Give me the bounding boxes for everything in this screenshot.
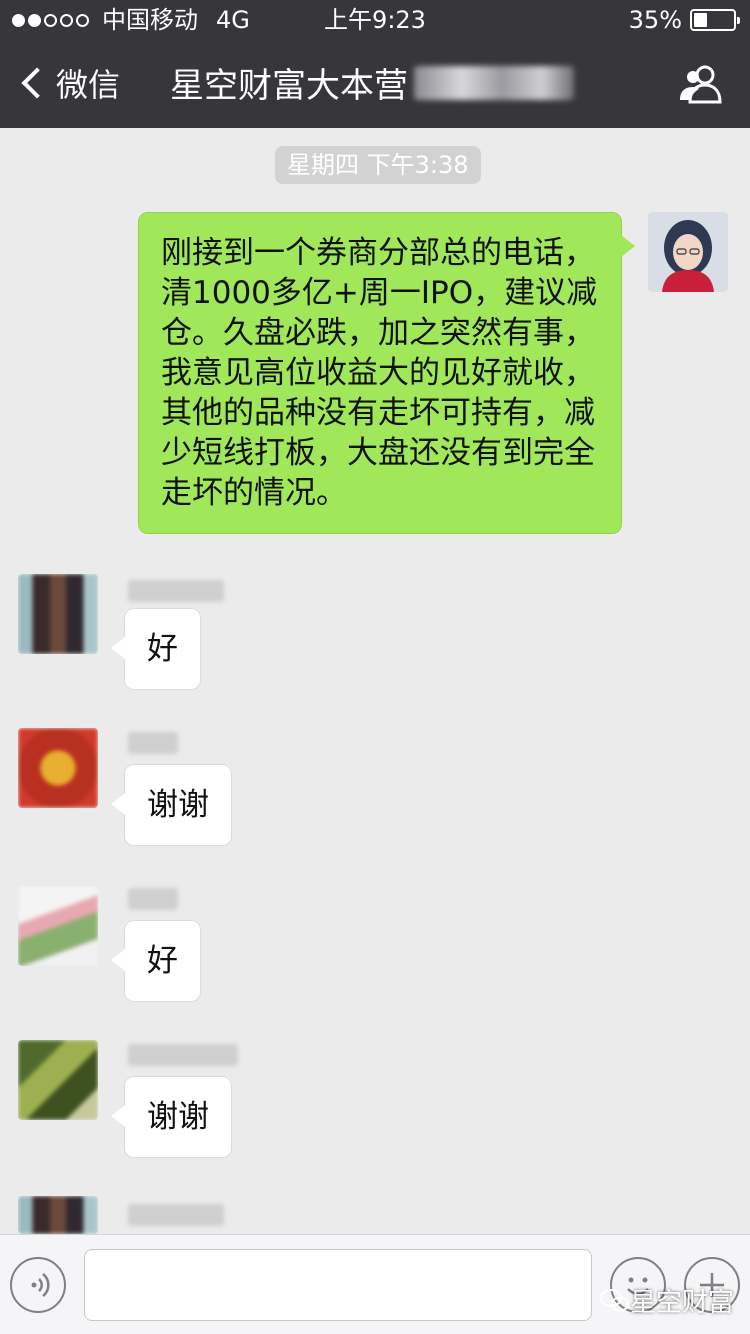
chat-timestamp: 星期四 下午3:38 (275, 146, 481, 184)
chat-title: 星空财富大本营 (170, 58, 574, 107)
message-input[interactable] (84, 1249, 592, 1321)
voice-wave-icon (31, 1273, 50, 1297)
blurred-sender-name (128, 580, 224, 602)
group-people-icon (680, 65, 722, 104)
blurred-avatar-image (18, 728, 98, 808)
member-avatar[interactable] (18, 1196, 98, 1234)
message-bubble-incoming[interactable]: 谢谢 (111, 764, 232, 846)
watermark: 星空财富 (600, 1282, 734, 1319)
member-avatar[interactable] (18, 728, 98, 808)
blurred-avatar-image (18, 574, 98, 654)
message-bubble-incoming[interactable]: 好 (111, 608, 201, 690)
message-text: 好 (147, 943, 178, 979)
group-info-button[interactable] (678, 64, 724, 104)
status-bar: 中国移动 4G 上午9:23 35% (0, 0, 750, 40)
avatar-portrait-icon (648, 212, 728, 292)
blurred-avatar-image (18, 886, 98, 966)
battery-percent: 35% (628, 6, 682, 34)
blurred-avatar-image (18, 1196, 98, 1234)
message-text: 谢谢 (147, 1099, 209, 1135)
battery-fill (694, 13, 707, 27)
blurred-sender-name (128, 1204, 224, 1226)
message-text: 好 (147, 631, 178, 667)
member-avatar[interactable] (18, 1040, 98, 1120)
blurred-avatar-image (18, 1040, 98, 1120)
message-bubble-outgoing[interactable]: 刚接到一个券商分部总的电话，清1000多亿+周一IPO，建议减仓。久盘必跌，加之… (138, 212, 635, 534)
blurred-sender-name (128, 1044, 238, 1066)
top-bar: 中国移动 4G 上午9:23 35% 微信 星空财富大本营 (0, 0, 750, 128)
watermark-text: 星空财富 (630, 1288, 735, 1318)
battery-icon (690, 9, 740, 31)
back-label: 微信 (56, 66, 121, 104)
message-bubble-incoming[interactable]: 好 (111, 920, 201, 1002)
chevron-left-icon (21, 67, 53, 99)
member-avatar[interactable] (18, 574, 98, 654)
wechat-logo-icon (600, 1288, 629, 1311)
chat-title-text: 星空财富大本营 (170, 66, 408, 106)
blurred-member-count (414, 65, 574, 100)
my-avatar[interactable] (648, 212, 728, 292)
message-bubble-incoming[interactable]: 谢谢 (111, 1076, 232, 1158)
member-avatar[interactable] (18, 886, 98, 966)
blurred-sender-name (128, 888, 178, 910)
blurred-sender-name (128, 732, 178, 754)
message-text: 刚接到一个券商分部总的电话，清1000多亿+周一IPO，建议减仓。久盘必跌，加之… (161, 235, 598, 511)
message-text: 谢谢 (147, 787, 209, 823)
nav-bar: 微信 星空财富大本营 (0, 40, 750, 128)
voice-button[interactable] (10, 1257, 66, 1313)
back-button[interactable]: 微信 (18, 60, 120, 106)
